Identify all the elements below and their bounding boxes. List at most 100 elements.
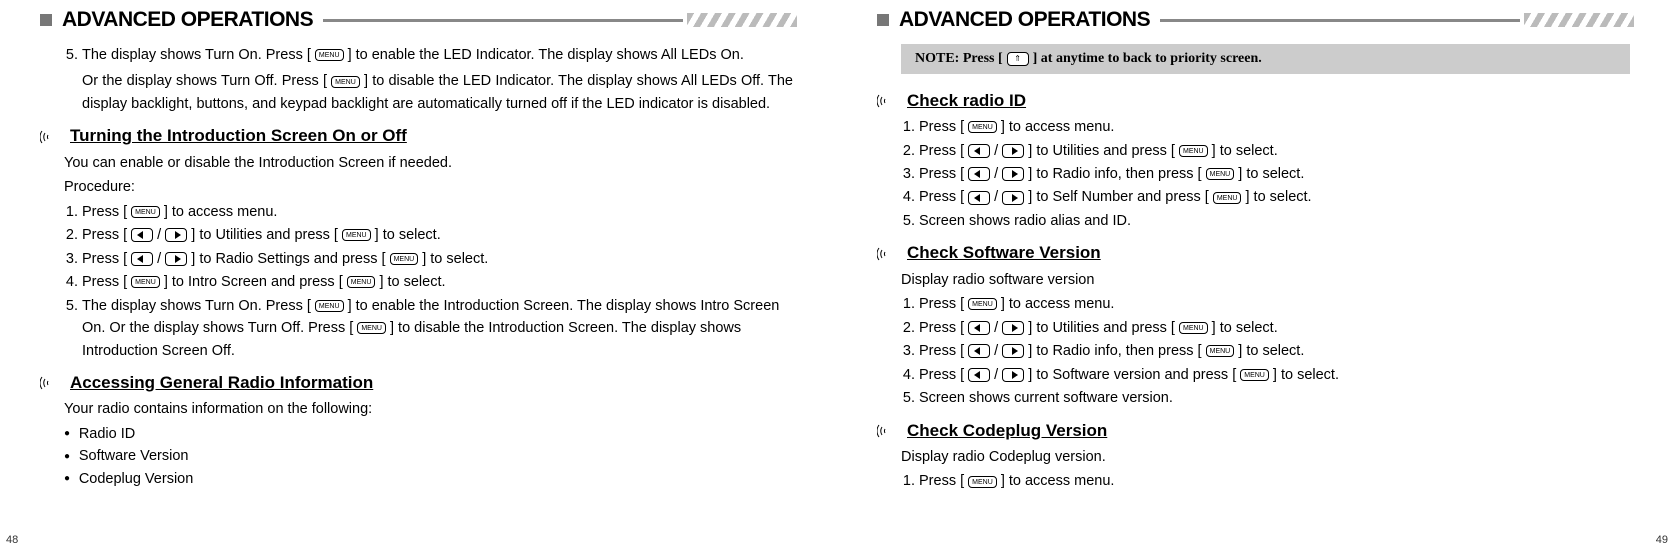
text: Press [ — [82, 251, 127, 267]
text: You can enable or disable the Introducti… — [64, 152, 793, 174]
list-item: Press [ / ] to Radio info, then press [ … — [919, 340, 1630, 362]
menu-key-icon: MENU — [315, 300, 344, 312]
header-stripes-icon — [1524, 13, 1634, 27]
left-content: The display shows Turn On. Press [ MENU … — [40, 44, 797, 490]
text: ] to select. — [1273, 367, 1339, 383]
list-item: Press [ MENU ] to access menu. — [82, 201, 793, 223]
right-arrow-key-icon — [1002, 321, 1024, 335]
text: The display shows Turn On. Press [ — [82, 47, 311, 63]
text: ] to select. — [1212, 143, 1278, 159]
subheading-intro-screen: Turning the Introduction Screen On or Of… — [64, 123, 793, 149]
text: ] to Utilities and press [ — [1028, 320, 1175, 336]
signal-icon — [40, 129, 60, 145]
subheading-check-codeplug: Check Codeplug Version — [901, 418, 1630, 444]
list-item: Press [ / ] to Radio info, then press [ … — [919, 163, 1630, 185]
menu-key-icon: MENU — [1179, 322, 1208, 334]
menu-key-icon: MENU — [390, 253, 419, 265]
info-bullets: Radio ID Software Version Codeplug Versi… — [64, 423, 793, 490]
list-item: Press [ / ] to Radio Settings and press … — [82, 248, 793, 270]
left-arrow-key-icon — [968, 144, 990, 158]
menu-key-icon: MENU — [1206, 168, 1235, 180]
text: Press [ — [919, 296, 964, 312]
menu-key-icon: MENU — [131, 276, 160, 288]
menu-key-icon: MENU — [315, 49, 344, 61]
page-49: ADVANCED OPERATIONS NOTE: Press [ ⇑ ] at… — [837, 0, 1674, 550]
text: ] to Utilities and press [ — [1028, 143, 1175, 159]
list-item: The display shows Turn On. Press [ MENU … — [82, 295, 793, 362]
text: ] to Self Number and press [ — [1028, 189, 1209, 205]
text: ] to access menu. — [1001, 296, 1115, 312]
menu-key-icon: MENU — [357, 322, 386, 334]
text: Press [ — [82, 227, 127, 243]
header-line — [323, 19, 683, 22]
software-steps: Press [ MENU ] to access menu. Press [ /… — [901, 293, 1630, 409]
signal-icon — [877, 246, 897, 262]
text: ] to select. — [379, 274, 445, 290]
signal-icon — [877, 423, 897, 439]
right-arrow-key-icon — [1002, 344, 1024, 358]
text: ] to select. — [422, 251, 488, 267]
list-item: Press [ / ] to Utilities and press [ MEN… — [919, 140, 1630, 162]
right-arrow-key-icon — [1002, 144, 1024, 158]
menu-key-icon: MENU — [1240, 369, 1269, 381]
left-arrow-key-icon — [968, 191, 990, 205]
list-item: Press [ / ] to Utilities and press [ MEN… — [919, 317, 1630, 339]
menu-key-icon: MENU — [1213, 192, 1242, 204]
section-header-right: ADVANCED OPERATIONS — [877, 8, 1634, 32]
section-header-left: ADVANCED OPERATIONS — [40, 8, 797, 32]
right-arrow-key-icon — [165, 228, 187, 242]
text: Press [ — [82, 274, 127, 290]
text: ] to access menu. — [1001, 473, 1115, 489]
radio-id-steps: Press [ MENU ] to access menu. Press [ /… — [901, 116, 1630, 232]
left-arrow-key-icon — [968, 344, 990, 358]
list-item: Press [ MENU ] to Intro Screen and press… — [82, 271, 793, 293]
text: Press [ — [919, 367, 964, 383]
page-title: ADVANCED OPERATIONS — [62, 8, 313, 32]
subheading-general-info: Accessing General Radio Information — [64, 370, 793, 396]
text: ] to Radio info, then press [ — [1028, 343, 1201, 359]
text: Screen shows current software version. — [919, 390, 1173, 406]
text: Display radio software version — [901, 269, 1630, 291]
bullet-square-icon — [40, 14, 52, 26]
text: Procedure: — [64, 176, 793, 198]
menu-key-icon: MENU — [331, 76, 360, 88]
list-item: Screen shows current software version. — [919, 387, 1630, 409]
codeplug-steps: Press [ MENU ] to access menu. — [901, 470, 1630, 492]
list-item: Software Version — [64, 445, 793, 467]
signal-icon — [877, 93, 897, 109]
left-arrow-key-icon — [131, 252, 153, 266]
menu-key-icon: MENU — [1179, 145, 1208, 157]
menu-key-icon: MENU — [968, 298, 997, 310]
note-text-b: ] at anytime to back to priority screen. — [1033, 48, 1262, 70]
text: Press [ — [919, 473, 964, 489]
heading-text: Check Software Version — [907, 240, 1101, 266]
text: ] to access menu. — [1001, 119, 1115, 135]
menu-key-icon: MENU — [1206, 345, 1235, 357]
menu-key-icon: MENU — [342, 229, 371, 241]
text: Screen shows radio alias and ID. — [919, 213, 1131, 229]
right-content: NOTE: Press [ ⇑ ] at anytime to back to … — [877, 44, 1634, 493]
note-text-a: NOTE: Press [ — [915, 48, 1003, 70]
heading-text: Accessing General Radio Information — [70, 370, 373, 396]
header-stripes-icon — [687, 13, 797, 27]
page-title: ADVANCED OPERATIONS — [899, 8, 1150, 32]
text: Press [ — [919, 119, 964, 135]
list-item: Screen shows radio alias and ID. — [919, 210, 1630, 232]
menu-key-icon: MENU — [968, 121, 997, 133]
menu-key-icon: MENU — [131, 206, 160, 218]
header-line — [1160, 19, 1520, 22]
list-item: Press [ / ] to Self Number and press [ M… — [919, 186, 1630, 208]
subheading-check-radio-id: Check radio ID — [901, 88, 1630, 114]
back-key-icon: ⇑ — [1007, 52, 1029, 66]
text: Display radio Codeplug version. — [901, 446, 1630, 468]
left-arrow-key-icon — [968, 368, 990, 382]
list-item: Codeplug Version — [64, 468, 793, 490]
text: ] to select. — [1238, 343, 1304, 359]
text: ] to select. — [1238, 166, 1304, 182]
list-item: Press [ / ] to Software version and pres… — [919, 364, 1630, 386]
led-steps: The display shows Turn On. Press [ MENU … — [64, 44, 793, 115]
intro-steps: Press [ MENU ] to access menu. Press [ /… — [64, 201, 793, 362]
left-arrow-key-icon — [131, 228, 153, 242]
text: ] to select. — [1212, 320, 1278, 336]
menu-key-icon: MENU — [347, 276, 376, 288]
